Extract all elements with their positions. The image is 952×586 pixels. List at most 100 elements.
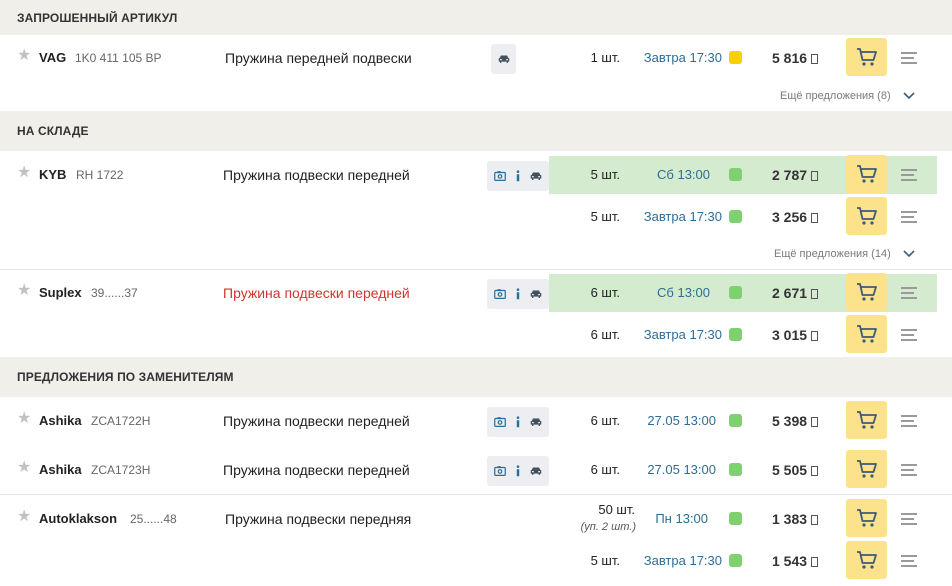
section-header-requested: ЗАПРОШЕННЫЙ АРТИКУЛ xyxy=(0,0,952,35)
cart-icon xyxy=(856,411,877,429)
photo-icon[interactable] xyxy=(493,287,507,301)
currency-icon xyxy=(811,213,819,223)
delivery-time: Завтра 17:30 xyxy=(643,327,722,342)
star-icon[interactable]: ★ xyxy=(17,509,32,525)
brand-name[interactable]: Suplex xyxy=(39,285,82,300)
brand-name[interactable]: VAG xyxy=(39,50,66,65)
article-number[interactable]: RH 1722 xyxy=(76,168,123,182)
divider xyxy=(0,494,952,495)
article-number[interactable]: 1K0 411 105 BP xyxy=(75,51,162,65)
delivery-time: 27.05 13:00 xyxy=(647,413,716,428)
more-offers-link[interactable]: Ещё предложения (8) xyxy=(780,90,915,102)
part-description: Пружина подвески передней xyxy=(223,462,410,478)
delivery-time: Сб 13:00 xyxy=(657,167,710,182)
menu-icon[interactable] xyxy=(901,415,917,427)
info-icon[interactable] xyxy=(511,415,525,429)
cart-icon xyxy=(856,48,877,66)
price: 2 787 xyxy=(772,167,819,183)
currency-icon xyxy=(811,331,819,341)
more-offers-link[interactable]: Ещё предложения (14) xyxy=(774,248,915,260)
star-icon[interactable]: ★ xyxy=(17,283,32,299)
price: 1 543 xyxy=(772,553,819,569)
article-number[interactable]: ZCA1723H xyxy=(91,463,150,477)
photo-icon[interactable] xyxy=(493,464,507,478)
photo-icon[interactable] xyxy=(493,415,507,429)
add-to-cart-button[interactable] xyxy=(846,38,887,76)
add-to-cart-button[interactable] xyxy=(846,197,887,235)
add-to-cart-button[interactable] xyxy=(846,315,887,353)
car-icon[interactable] xyxy=(529,464,543,478)
star-icon[interactable]: ★ xyxy=(17,411,32,427)
info-icons xyxy=(487,279,549,309)
price: 3 015 xyxy=(772,327,819,343)
menu-icon[interactable] xyxy=(901,287,917,299)
add-to-cart-button[interactable] xyxy=(846,541,887,579)
add-to-cart-button[interactable] xyxy=(846,499,887,537)
photo-icon[interactable] xyxy=(493,169,507,183)
menu-icon[interactable] xyxy=(901,211,917,223)
add-to-cart-button[interactable] xyxy=(846,450,887,488)
menu-icon[interactable] xyxy=(901,513,917,525)
currency-icon xyxy=(811,171,819,181)
info-icons xyxy=(487,161,549,191)
delivery-time: Сб 13:00 xyxy=(657,285,710,300)
price: 3 256 xyxy=(772,209,819,225)
currency-icon xyxy=(811,466,819,476)
car-icon[interactable] xyxy=(529,169,543,183)
article-number[interactable]: ZCA1722H xyxy=(91,414,150,428)
info-icon[interactable] xyxy=(511,287,525,301)
part-description: Пружина подвески передней xyxy=(223,285,410,301)
section-header-stock: НА СКЛАДЕ xyxy=(0,111,952,151)
menu-icon[interactable] xyxy=(901,329,917,341)
menu-icon[interactable] xyxy=(901,464,917,476)
delivery-time: Завтра 17:30 xyxy=(643,50,722,65)
brand-name[interactable]: KYB xyxy=(39,167,66,182)
brand-name[interactable]: Ashika xyxy=(39,413,82,428)
cart-icon xyxy=(856,325,877,343)
currency-icon xyxy=(811,417,819,427)
part-description: Пружина подвески передняя xyxy=(225,511,412,527)
car-icon[interactable] xyxy=(529,287,543,301)
chevron-down-icon xyxy=(903,250,915,258)
currency-icon xyxy=(811,515,819,525)
star-icon[interactable]: ★ xyxy=(17,460,32,476)
part-description: Пружина подвески передней xyxy=(223,413,410,429)
status-badge xyxy=(729,51,742,64)
status-badge xyxy=(729,512,742,525)
star-icon[interactable]: ★ xyxy=(17,48,32,64)
add-to-cart-button[interactable] xyxy=(846,273,887,311)
info-icons xyxy=(487,407,549,437)
info-icon[interactable] xyxy=(511,464,525,478)
menu-icon[interactable] xyxy=(901,52,917,64)
info-icons xyxy=(487,456,549,486)
delivery-time: 27.05 13:00 xyxy=(647,462,716,477)
car-icon[interactable] xyxy=(529,415,543,429)
delivery-time: Завтра 17:30 xyxy=(643,553,722,568)
info-icon[interactable] xyxy=(511,169,525,183)
part-description: Пружина подвески передней xyxy=(223,167,410,183)
star-icon[interactable]: ★ xyxy=(17,165,32,181)
price: 5 816 xyxy=(772,50,819,66)
chevron-down-icon xyxy=(903,92,915,100)
add-to-cart-button[interactable] xyxy=(846,155,887,193)
status-badge xyxy=(729,210,742,223)
currency-icon xyxy=(811,54,819,64)
status-badge xyxy=(729,286,742,299)
article-number[interactable]: 25......48 xyxy=(130,512,177,526)
car-icon[interactable] xyxy=(497,52,511,66)
delivery-time: Пн 13:00 xyxy=(655,511,708,526)
brand-name[interactable]: Autoklakson xyxy=(39,511,117,526)
part-description: Пружина передней подвески xyxy=(225,50,412,66)
brand-name[interactable]: Ashika xyxy=(39,462,82,477)
price: 2 671 xyxy=(772,285,819,301)
status-badge xyxy=(729,414,742,427)
cart-icon xyxy=(856,165,877,183)
info-icons xyxy=(491,44,516,74)
cart-icon xyxy=(856,509,877,527)
add-to-cart-button[interactable] xyxy=(846,401,887,439)
status-badge xyxy=(729,554,742,567)
article-number[interactable]: 39......37 xyxy=(91,286,138,300)
price: 5 398 xyxy=(772,413,819,429)
menu-icon[interactable] xyxy=(901,169,917,181)
menu-icon[interactable] xyxy=(901,555,917,567)
